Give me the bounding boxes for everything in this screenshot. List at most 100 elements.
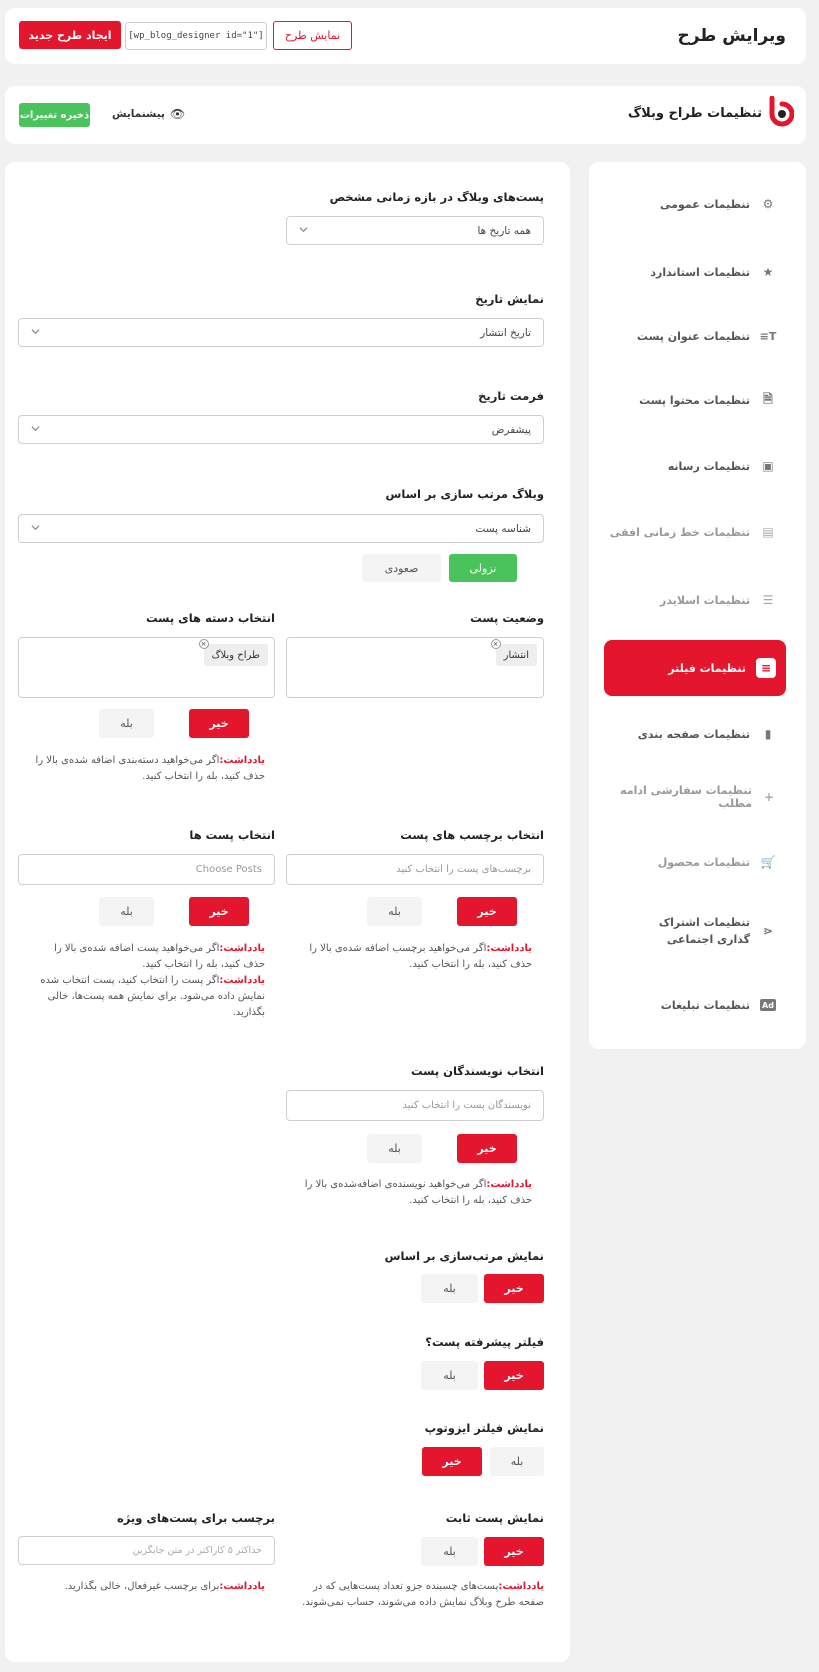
categories-box[interactable]: طراح وبلاگ × bbox=[18, 637, 275, 698]
date-range-select[interactable]: همه تاریخ ها bbox=[286, 216, 544, 245]
sidebar-item-label: تنظیمات استاندارد bbox=[650, 265, 750, 279]
tags-label: انتخاب برچسب های پست bbox=[400, 828, 544, 842]
tags-yes-button[interactable]: بله bbox=[367, 897, 422, 926]
sticky-post-no-button[interactable]: خیر bbox=[484, 1537, 544, 1566]
category-tag: طراح وبلاگ × bbox=[198, 639, 268, 666]
advanced-filter-yes-button[interactable]: بله bbox=[421, 1361, 478, 1390]
chevron-down-icon bbox=[31, 329, 40, 335]
sidebar-item-standard[interactable]: ★ تنظیمات استاندارد bbox=[604, 245, 786, 299]
posts-note-2: یادداشت:اگر پست را انتخاب کنید، پست انتخ… bbox=[38, 973, 265, 1021]
tag-label: طراح وبلاگ bbox=[211, 649, 260, 661]
note-label: یادداشت: bbox=[219, 943, 265, 954]
sliders-icon: ☰ bbox=[762, 593, 774, 607]
featured-label-label: برچسب برای پست‌های ویژه bbox=[116, 1511, 275, 1525]
note-label: یادداشت: bbox=[219, 975, 265, 986]
star-settings-icon: ★ bbox=[762, 265, 774, 279]
date-display-select[interactable]: تاریخ انتشار bbox=[18, 318, 544, 347]
show-sort-no-button[interactable]: خیر bbox=[484, 1274, 544, 1303]
brand-logo-icon bbox=[768, 95, 795, 130]
tags-input[interactable]: برچسب‌های پست را انتخاب کنید bbox=[286, 854, 544, 885]
posts-placeholder: Choose Posts bbox=[195, 864, 262, 875]
authors-yes-button[interactable]: بله bbox=[367, 1134, 422, 1163]
chevron-down-icon bbox=[299, 227, 308, 233]
chevron-down-icon bbox=[31, 426, 40, 432]
authors-label: انتخاب نویسندگان پست bbox=[410, 1064, 544, 1078]
ad-icon: Ad bbox=[760, 999, 776, 1011]
shortcode-field[interactable]: [wp_blog_designer id="1"] bbox=[125, 22, 267, 50]
sidebar-item-post-content[interactable]: 🗎 تنظیمات محتوا پست bbox=[604, 373, 786, 427]
tag-label: انتشار bbox=[503, 649, 529, 661]
tags-no-button[interactable]: خیر bbox=[457, 897, 517, 926]
header-bar: ویرایش طرح ایجاد طرح جدید [wp_blog_desig… bbox=[5, 8, 806, 64]
post-status-box[interactable]: انتشار × bbox=[286, 637, 544, 698]
categories-yes-button[interactable]: بله bbox=[99, 709, 154, 738]
order-by-select[interactable]: شناسه پست bbox=[18, 514, 544, 543]
order-desc-button[interactable]: نزولی bbox=[449, 554, 517, 582]
date-display-value: تاریخ انتشار bbox=[480, 326, 531, 339]
timeline-icon: ▤ bbox=[762, 525, 774, 539]
sidebar-item-media[interactable]: ▣ تنظیمات رسانه bbox=[604, 439, 786, 493]
advanced-filter-no-button[interactable]: خیر bbox=[484, 1361, 544, 1390]
sidebar-item-timeline[interactable]: ▤ تنظیمات خط زمانی افقی bbox=[604, 505, 786, 559]
note-text: برای برچسب غیرفعال، خالی بگذارید. bbox=[64, 1581, 220, 1592]
show-design-button[interactable]: نمایش طرح bbox=[273, 21, 352, 50]
sidebar-item-product[interactable]: 🛒 تنظیمات محصول bbox=[604, 835, 786, 889]
posts-note: یادداشت:اگر می‌خواهید پست اضافه شده‌ی با… bbox=[38, 941, 265, 973]
order-asc-button[interactable]: صعودی bbox=[362, 554, 441, 582]
sticky-post-label: نمایش پست ثابت bbox=[445, 1511, 544, 1525]
note-label: یادداشت: bbox=[219, 755, 265, 766]
categories-no-button[interactable]: خیر bbox=[189, 709, 249, 738]
show-sort-label: نمایش مرتب‌سازی بر اساس bbox=[384, 1249, 544, 1263]
sidebar-item-label: تنظیمات فیلتر bbox=[668, 661, 746, 675]
isotope-filter-label: نمایش فیلتر ایزوتوپ bbox=[424, 1421, 544, 1435]
sidebar-item-label: تنظیمات عنوان پست bbox=[636, 329, 750, 343]
sidebar-item-label: تنظیمات سفارشی ادامه مطلب bbox=[620, 784, 753, 810]
post-status-label: وضعیت پست bbox=[470, 611, 544, 625]
chevron-down-icon bbox=[31, 525, 40, 531]
sidebar-item-read-more[interactable]: + تنظیمات سفارشی ادامه مطلب bbox=[604, 770, 786, 824]
sidebar-item-pagination[interactable]: ▮ تنظیمات صفحه بندی bbox=[604, 707, 786, 761]
authors-note: یادداشت:اگر می‌خواهید نویسنده‌ی اضافه‌شد… bbox=[290, 1177, 532, 1209]
sidebar-item-ads[interactable]: Ad تنظیمات تبلیغات bbox=[604, 978, 786, 1032]
date-format-value: پیشفرض bbox=[491, 423, 531, 436]
isotope-filter-yes-button[interactable]: بله bbox=[490, 1447, 544, 1476]
date-format-select[interactable]: پیشفرض bbox=[18, 415, 544, 444]
show-sort-yes-button[interactable]: بله bbox=[421, 1274, 478, 1303]
sidebar-item-label: تنظیمات اسلایدر bbox=[660, 593, 750, 607]
sidebar-item-general[interactable]: ⚙ تنظیمات عمومی bbox=[604, 177, 786, 231]
gear-icon: ⚙ bbox=[762, 197, 774, 211]
featured-label-placeholder: حداکثر ۵ کاراکتر در متن جایگزین bbox=[132, 1545, 262, 1556]
post-status-tag: انتشار × bbox=[490, 639, 537, 666]
text-title-icon: T≡ bbox=[759, 329, 777, 343]
sticky-post-yes-button[interactable]: بله bbox=[421, 1537, 478, 1566]
date-range-value: همه تاریخ ها bbox=[477, 224, 531, 237]
isotope-filter-no-button[interactable]: خیر bbox=[422, 1447, 482, 1476]
remove-tag-icon[interactable]: × bbox=[490, 639, 501, 649]
note-label: یادداشت: bbox=[486, 943, 532, 954]
file-add-icon: 🗎 bbox=[763, 391, 773, 406]
preview-link[interactable]: 👁 پیشنمایش bbox=[112, 107, 185, 121]
settings-toolbar: تنظیمات طراح وبلاگ 👁 پیشنمایش ذخیره تغیی… bbox=[5, 86, 806, 144]
sidebar-item-label: تنظیمات خط زمانی افقی bbox=[609, 525, 750, 539]
image-icon: ▣ bbox=[762, 459, 774, 473]
remove-tag-icon[interactable]: × bbox=[198, 639, 209, 649]
sidebar-item-post-title[interactable]: T≡ تنظیمات عنوان پست bbox=[604, 309, 786, 363]
posts-input[interactable]: Choose Posts bbox=[18, 854, 275, 885]
create-new-design-button[interactable]: ایجاد طرح جدید bbox=[19, 21, 121, 49]
posts-yes-button[interactable]: بله bbox=[99, 897, 154, 926]
sidebar-item-filter[interactable]: ≡ تنظیمات فیلتر bbox=[604, 640, 786, 696]
toolbar-title: تنظیمات طراح وبلاگ bbox=[627, 106, 762, 121]
sidebar-item-label: تنظیمات تبلیغات bbox=[660, 998, 750, 1012]
sidebar-item-social-share[interactable]: ⋖ تنظیمات اشتراک گذاری اجتماعی bbox=[604, 902, 786, 960]
authors-input[interactable]: نویسندگان پست را انتخاب کنید bbox=[286, 1090, 544, 1121]
save-changes-button[interactable]: ذخیره تغییرات bbox=[19, 103, 90, 127]
posts-no-button[interactable]: خیر bbox=[189, 897, 249, 926]
featured-label-input[interactable]: حداکثر ۵ کاراکتر در متن جایگزین bbox=[18, 1536, 275, 1565]
sidebar-item-slider[interactable]: ☰ تنظیمات اسلایدر bbox=[604, 573, 786, 627]
preview-label: پیشنمایش bbox=[112, 108, 165, 120]
pagination-icon: ▮ bbox=[764, 727, 772, 741]
advanced-filter-label: فیلتر پیشرفته پست؟ bbox=[425, 1335, 544, 1349]
authors-no-button[interactable]: خیر bbox=[457, 1134, 517, 1163]
plus-icon: + bbox=[763, 790, 775, 804]
posts-label: انتخاب پست ها bbox=[189, 828, 275, 842]
